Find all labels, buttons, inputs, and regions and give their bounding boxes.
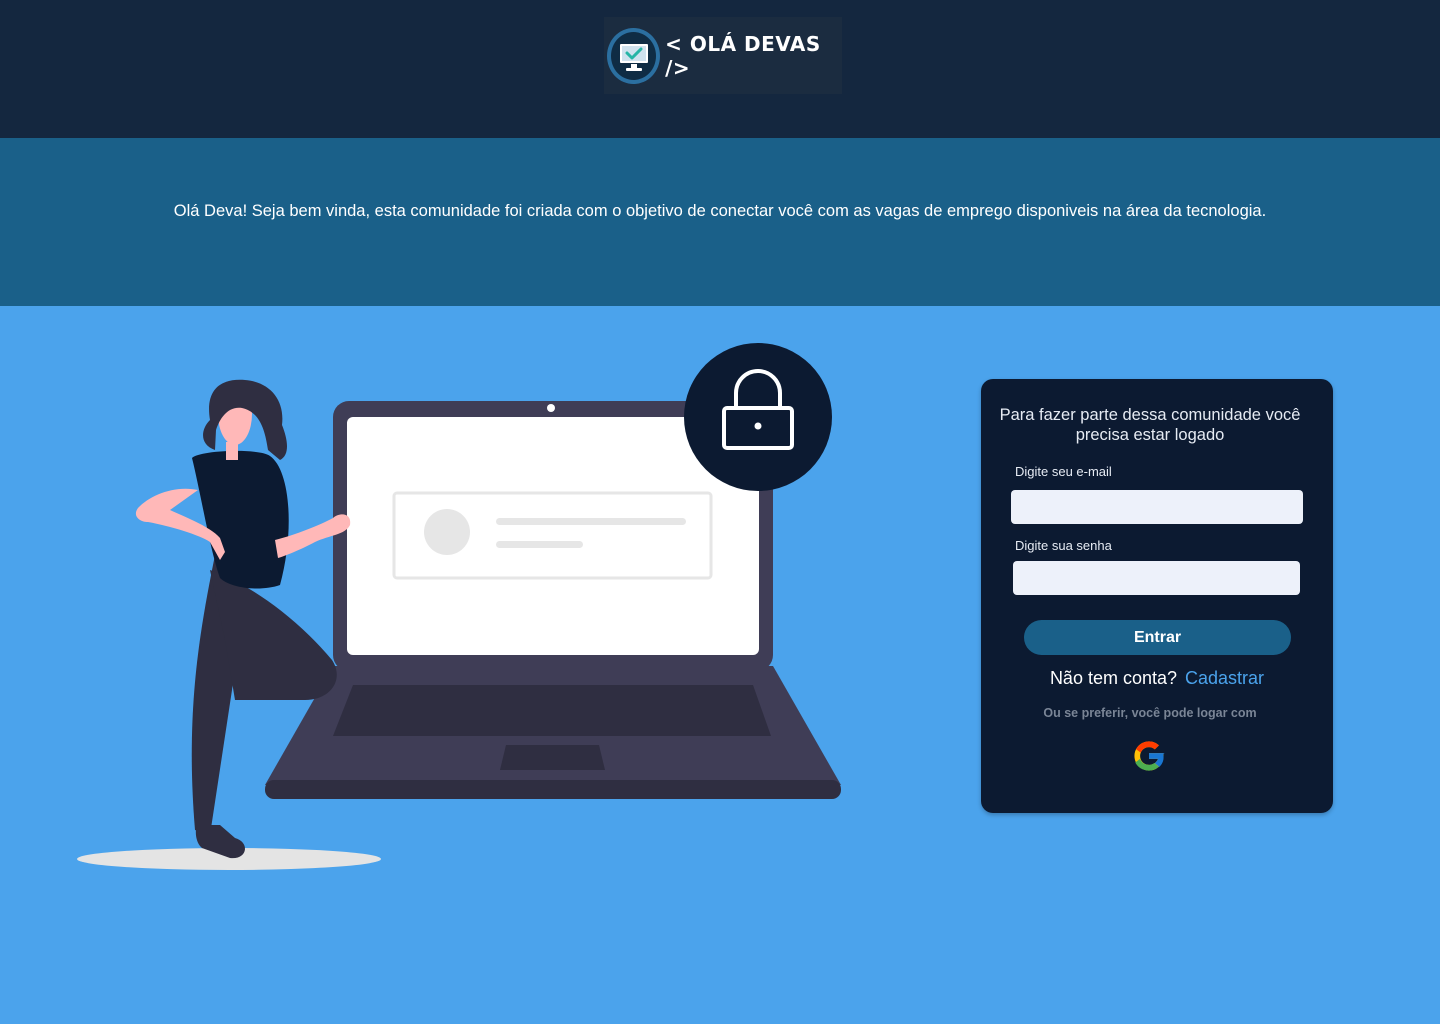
welcome-banner: Olá Deva! Seja bem vinda, esta comunidad… [0, 138, 1440, 306]
login-card: Para fazer parte dessa comunidade você p… [981, 379, 1333, 813]
login-title: Para fazer parte dessa comunidade você p… [999, 406, 1301, 444]
lock-icon [684, 343, 832, 491]
google-icon [1134, 741, 1165, 771]
signup-link[interactable]: Cadastrar [1185, 668, 1264, 688]
submit-button[interactable]: Entrar [1024, 620, 1291, 655]
top-header: < OLÁ DEVAS /> [0, 0, 1440, 138]
password-label: Digite sua senha [1015, 538, 1112, 553]
logo[interactable]: < OLÁ DEVAS /> [604, 17, 842, 94]
login-illustration [77, 343, 841, 870]
email-field[interactable] [1011, 490, 1303, 524]
google-login-button[interactable] [1130, 737, 1168, 775]
password-field[interactable] [1013, 561, 1300, 595]
logo-text: < OLÁ DEVAS /> [665, 31, 821, 80]
signup-row: Não tem conta? Cadastrar [981, 668, 1333, 689]
signup-prompt: Não tem conta? [1049, 668, 1178, 688]
email-label: Digite seu e-mail [1015, 464, 1112, 479]
monitor-check-icon [607, 27, 661, 84]
welcome-message: Olá Deva! Seja bem vinda, esta comunidad… [173, 202, 1267, 220]
alt-login-text: Ou se preferir, você pode logar com [1043, 706, 1257, 720]
